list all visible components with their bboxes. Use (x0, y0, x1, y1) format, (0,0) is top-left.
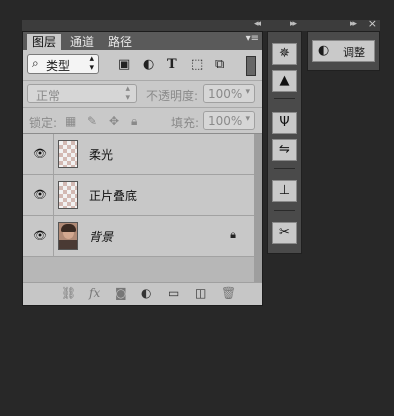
scrollbar[interactable] (254, 134, 262, 284)
brushes-icon[interactable]: Ψ (272, 112, 297, 134)
adjustments-label: 调整 (343, 46, 365, 59)
smart-object-icon[interactable]: ⧉ (215, 57, 224, 72)
adjustment-layer-icon[interactable]: ◐ (141, 286, 151, 300)
fill-label: 填充: (171, 116, 200, 130)
lock-position-move-icon[interactable]: ✥ (109, 114, 119, 128)
eye-visibility-icon[interactable]: 👁︎ (33, 188, 47, 201)
divider (274, 210, 295, 211)
adjustments-button[interactable]: ◐ 调整 (312, 40, 375, 62)
panel-title-bar: ◂◂ ▸▸ ▸▸ × (22, 17, 380, 31)
text-icon[interactable]: T (167, 57, 177, 72)
tab-layers[interactable]: 图层 (27, 34, 62, 50)
divider (53, 175, 54, 215)
layer-row-soft-light[interactable]: 👁︎ 柔光 (23, 134, 254, 175)
group-folder-icon[interactable]: ▭ (168, 286, 179, 300)
expand-right-icon[interactable]: ▸▸ (290, 19, 297, 29)
image-icon[interactable]: ▣ (118, 57, 130, 72)
expand-right-icon-2[interactable]: ▸▸ (350, 19, 357, 29)
trash-icon[interactable]: 🗑︎ (221, 286, 236, 300)
lock-all-icon[interactable]: 🔒︎ (131, 114, 137, 129)
layer-thumbnail (58, 181, 78, 209)
close-icon[interactable]: × (368, 17, 377, 30)
blend-mode-select[interactable]: 正常 ▴ ▾ (27, 84, 137, 103)
layers-bottom-toolbar: ⛓︎ fx ◙ ◐ ▭ ◫ 🗑︎ (23, 282, 262, 305)
blend-mode-value: 正常 (36, 89, 61, 103)
layer-row-multiply[interactable]: 👁︎ 正片叠底 (23, 175, 254, 216)
lock-transparent-icon[interactable]: ▦ (65, 114, 76, 128)
adjustments-icon: ◐ (318, 43, 330, 58)
lock-image-brush-icon[interactable]: ✎ (87, 114, 97, 128)
filter-row: ⌕ 类型 ▴ ▾ ▣ ◐ T ⬚ ⧉ (23, 50, 262, 80)
brush-presets-icon[interactable]: ⇋ (272, 139, 297, 161)
stepper-arrows-icon: ▴ ▾ (125, 84, 130, 103)
divider (274, 98, 295, 99)
link-icon[interactable]: ⛓︎ (61, 286, 76, 300)
fx-icon[interactable]: fx (89, 286, 100, 300)
filter-type-label: 类型 (46, 59, 71, 73)
lock-row: 锁定: ▦ ✎ ✥ 🔒︎ 填充: 100% ▾ (23, 107, 262, 134)
tab-channels[interactable]: 通道 (65, 34, 99, 50)
mask-icon[interactable]: ◙ (115, 286, 127, 300)
chevron-down-icon: ▾ (245, 114, 250, 124)
layer-name: 正片叠底 (89, 189, 138, 203)
shape-icon[interactable]: ⬚ (191, 57, 203, 72)
opacity-field[interactable]: 100% ▾ (203, 84, 255, 103)
layer-row-background[interactable]: 👁︎ 背景 🔒︎ (23, 216, 254, 257)
layer-name: 柔光 (89, 148, 114, 162)
blend-row: 正常 ▴ ▾ 不透明度: 100% ▾ (23, 80, 262, 107)
search-icon: ⌕ (32, 56, 39, 70)
adjustments-panel-collapsed: ◐ 调整 (307, 31, 380, 71)
tool-presets-icon[interactable]: ✂ (272, 222, 297, 244)
lock-icon: 🔒︎ (230, 228, 236, 241)
eye-visibility-icon[interactable]: 👁︎ (33, 229, 47, 242)
clone-source-icon[interactable]: ⊥ (272, 180, 297, 202)
filter-type-select[interactable]: ⌕ 类型 ▴ ▾ (27, 54, 99, 74)
new-layer-icon[interactable]: ◫ (195, 286, 206, 300)
lock-label: 锁定: (29, 116, 58, 130)
divider (274, 168, 295, 169)
tab-paths[interactable]: 路径 (103, 34, 137, 50)
collapsed-panel-strip: ✵ ▲ Ψ ⇋ ⊥ ✂ (267, 31, 302, 254)
adjustment-icon[interactable]: ◐ (143, 57, 154, 72)
hair-shape (61, 224, 76, 232)
opacity-label: 不透明度: (146, 89, 199, 103)
histogram-icon[interactable]: ▲ (272, 70, 297, 92)
eye-visibility-icon[interactable]: 👁︎ (33, 147, 47, 160)
filter-toggle-switch[interactable] (246, 56, 256, 76)
divider (53, 134, 54, 174)
layer-thumbnail (58, 140, 78, 168)
portrait-thumbnail (58, 222, 78, 250)
collapse-left-icon[interactable]: ◂◂ (254, 19, 261, 29)
panel-tabs: 图层 通道 路径 ▾≡ (23, 32, 262, 50)
layers-panel: 图层 通道 路径 ▾≡ ⌕ 类型 ▴ ▾ ▣ ◐ T ⬚ ⧉ 正常 ▴ ▾ 不透明度… (22, 31, 263, 306)
panel-menu-icon[interactable]: ▾≡ (246, 33, 259, 44)
stepper-arrows-icon: ▴ ▾ (89, 54, 94, 73)
chevron-down-icon: ▾ (245, 87, 250, 97)
fill-field[interactable]: 100% ▾ (203, 111, 255, 130)
opacity-value: 100% (208, 87, 243, 101)
navigator-icon[interactable]: ✵ (272, 43, 297, 65)
layer-name: 背景 (89, 230, 114, 244)
body-shape (59, 240, 77, 249)
layers-list: 👁︎ 柔光 👁︎ 正片叠底 👁︎ 背景 🔒︎ (23, 133, 262, 284)
divider (53, 216, 54, 256)
fill-value: 100% (208, 114, 243, 128)
